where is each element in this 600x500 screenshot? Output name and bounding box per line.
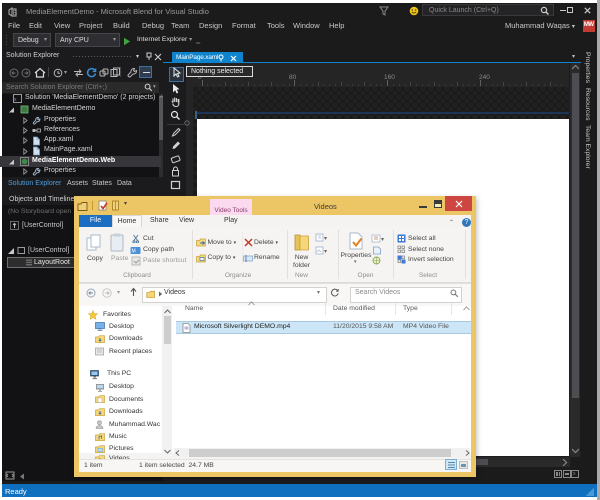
svg-text:M: M	[132, 248, 136, 254]
svg-text:B: B	[13, 10, 18, 17]
svg-text:▾: ▾	[324, 236, 327, 242]
svg-text:▾: ▾	[381, 237, 384, 243]
svg-text:▾: ▾	[324, 249, 327, 255]
